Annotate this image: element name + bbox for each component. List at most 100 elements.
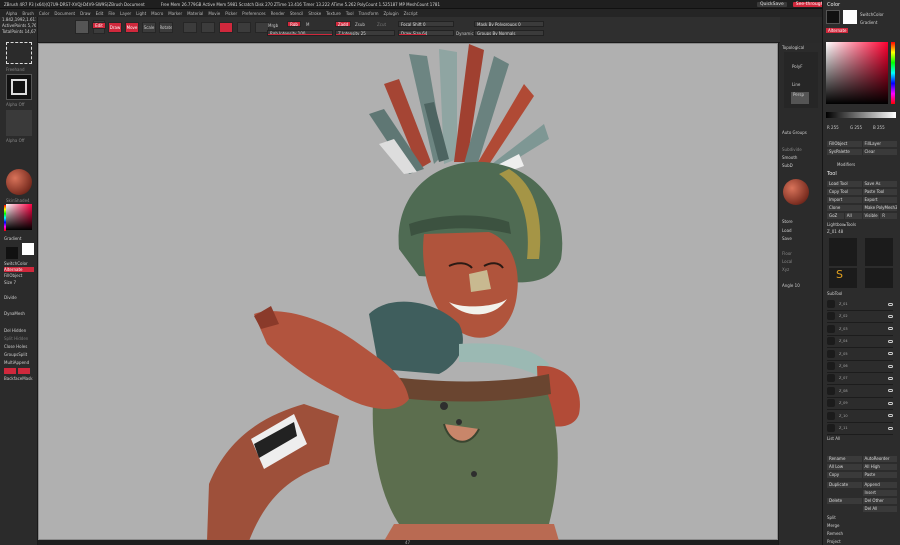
subtool-row[interactable]: Z_04 [827,335,893,349]
menu-file[interactable]: File [108,11,115,16]
move-button[interactable]: Move [125,22,139,33]
draw-button[interactable]: Draw [108,22,122,33]
material-thumb[interactable] [219,22,233,33]
subtool-row[interactable]: Z_07 [827,372,893,386]
make-polymesh-button[interactable]: Make PolyMesh3D [862,205,897,211]
duplicate-button[interactable]: Duplicate [827,482,862,488]
material-selector[interactable] [6,169,32,195]
syspalette-button[interactable]: SysPalette [827,149,862,155]
close-holes-button[interactable]: Close Holes [4,344,34,349]
switchcolor-button[interactable]: SwitchColor [4,261,34,266]
eye-icon[interactable] [888,364,893,368]
clone-button[interactable]: Clone [827,205,862,211]
rotate-button[interactable]: Rotate [159,22,173,33]
value-strip[interactable] [826,112,896,118]
subtool-row[interactable]: Z_03 [827,323,893,336]
slice-toggle-a[interactable] [4,368,16,374]
zadd-button[interactable]: Zadd [335,21,351,27]
subtool-row[interactable]: Z_01 [827,298,893,311]
subtool-row[interactable]: Z_11 [827,422,893,435]
quicksave-button[interactable]: QuickSave [756,2,787,7]
edit-button[interactable]: Edit [92,22,106,29]
fill-layer-button[interactable]: FillLayer [862,141,897,147]
menu-preferences[interactable]: Preferences [242,11,266,16]
modifiers-label[interactable]: Modifiers [837,162,855,167]
r-button[interactable]: R [880,213,897,219]
switchcolor-label[interactable]: SwitchColor [860,12,884,17]
mrgb-button[interactable]: Mrgb [268,23,278,28]
goz-button[interactable]: GoZ [827,213,844,219]
menu-tool[interactable]: Tool [346,11,354,16]
menu-transform[interactable]: Transform [359,11,379,16]
menu-color[interactable]: Color [39,11,49,16]
tool-thumb-model[interactable] [829,238,857,266]
g-value[interactable]: G 255 [850,125,862,130]
load-button[interactable]: Load [782,228,792,233]
current-tool-name[interactable]: Z_01 48 [827,229,843,234]
local-button[interactable]: Local [782,259,792,264]
divide-button[interactable]: Divide [4,295,34,300]
menu-draw[interactable]: Draw [80,11,90,16]
brush-thumb[interactable] [183,22,197,33]
del-other-button[interactable]: Del Other [862,498,897,504]
import-button[interactable]: Import [827,197,862,203]
color-square[interactable] [826,42,888,104]
z-intensity-slider[interactable]: Z Intensity 25 [335,30,395,36]
eye-icon[interactable] [888,414,893,418]
gradient-button[interactable]: Gradient [4,236,34,241]
subtool-row[interactable]: Z_02 [827,310,893,324]
dynamesh-button[interactable]: DynaMesh [4,311,34,316]
xyz-button[interactable]: Xyz [782,267,789,272]
menu-zplugin[interactable]: Zplugin [384,11,399,16]
mask-by-polygroups-slider[interactable]: Mask By Polygroups 0 [474,21,544,27]
alpha-selector[interactable] [6,74,32,100]
projection-master-button[interactable] [75,20,89,34]
store-button[interactable]: Store [782,219,793,224]
append-button[interactable]: Append [862,482,897,488]
eye-icon[interactable] [888,401,893,405]
rgb-intensity-slider[interactable]: Rgb Intensity 100 [267,30,333,36]
slice-toggle-b[interactable] [18,368,30,374]
paste-button[interactable]: Paste [862,472,897,478]
zsub-button[interactable]: Zsub [355,22,365,27]
focal-shift-slider[interactable]: Focal Shift 0 [398,21,454,27]
alternate-label[interactable]: Alternate [826,28,849,33]
draw-size-slider[interactable]: Draw Size 64 [398,30,454,36]
all-button[interactable]: All [844,213,862,219]
delete-button[interactable]: Delete [827,498,862,504]
scale-button[interactable]: Scale [142,22,156,33]
all-low-button[interactable]: All Low [827,464,862,470]
r-value[interactable]: R 255 [827,125,839,130]
alpha-thumb[interactable] [237,22,251,33]
split-hidden-button[interactable]: Split Hidden [4,336,34,341]
paste-tool-button[interactable]: Paste Tool [862,189,897,195]
gradient-label[interactable]: Gradient [860,20,877,25]
all-high-button[interactable]: All High [862,464,897,470]
menu-brush[interactable]: Brush [22,11,34,16]
menu-stroke[interactable]: Stroke [308,11,321,16]
menu-document[interactable]: Document [54,11,75,16]
menu-picker[interactable]: Picker [225,11,237,16]
project-button[interactable]: Project [827,539,841,544]
tool-thumb-simplebrush[interactable]: S [829,268,857,288]
export-button[interactable]: Export [862,197,897,203]
multi-append-button[interactable]: MultiAppend [4,360,34,365]
texture-selector[interactable] [6,110,32,136]
subdivide-button[interactable]: Subdivide [782,147,802,152]
menu-zscript[interactable]: Zscript [404,11,418,16]
save-button[interactable]: Save [782,236,792,241]
menu-render[interactable]: Render [271,11,285,16]
eye-icon[interactable] [888,314,893,318]
stroke-selector[interactable] [6,42,32,64]
persp-button[interactable]: Persp [791,92,809,104]
polyframe-button[interactable]: PolyF [792,64,803,69]
del-hidden-button[interactable]: Del Hidden [4,328,34,333]
lightbox-tools-button[interactable]: Lightbox▸Tools [827,222,856,227]
autoreorder-button[interactable]: AutoReorder [862,456,897,462]
subtool-row[interactable]: Z_05 [827,348,893,361]
eye-icon[interactable] [888,302,893,306]
list-all-button[interactable]: List All [827,436,840,441]
eye-icon[interactable] [888,339,893,343]
eye-icon[interactable] [888,352,893,356]
subtool-row[interactable]: Z_10 [827,410,893,423]
